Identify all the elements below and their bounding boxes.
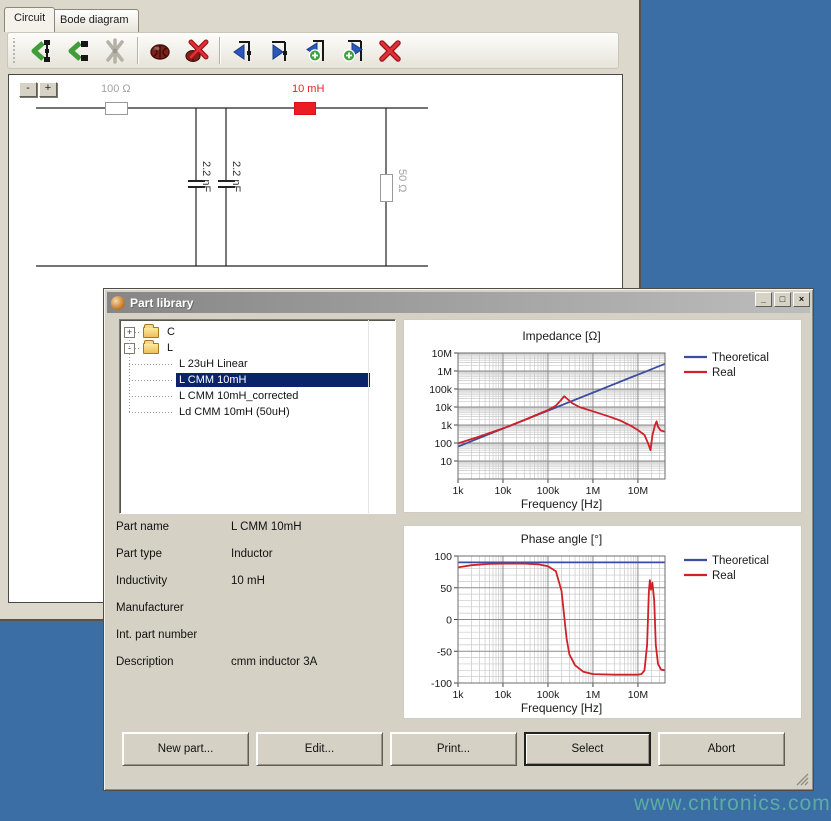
bug-icon[interactable] bbox=[145, 37, 175, 65]
detail-value: L CMM 10mH bbox=[231, 521, 302, 533]
svg-text:Phase angle [°]: Phase angle [°] bbox=[521, 532, 603, 546]
zoom-in-button[interactable]: + bbox=[39, 82, 57, 97]
resize-grip[interactable] bbox=[796, 773, 809, 786]
detail-label: Manufacturer bbox=[116, 602, 231, 614]
expand-icon[interactable]: + bbox=[124, 327, 135, 338]
load-resistor-label: 50 Ω bbox=[396, 169, 408, 193]
tree-item[interactable]: Ld CMM 10mH (50uH) bbox=[120, 404, 395, 420]
detail-label: Description bbox=[116, 656, 231, 668]
svg-text:100: 100 bbox=[434, 438, 452, 450]
tree-item-label[interactable]: L CMM 10mH bbox=[176, 373, 370, 387]
add-terminal-left-icon[interactable] bbox=[301, 37, 331, 65]
svg-text:1k: 1k bbox=[452, 689, 464, 701]
series-resistor[interactable] bbox=[105, 102, 128, 115]
part-tree-panel[interactable]: + C - L L 23uH Linear L CMM 10 bbox=[119, 319, 396, 514]
folder-icon bbox=[143, 327, 159, 338]
svg-text:Frequency [Hz]: Frequency [Hz] bbox=[521, 497, 602, 511]
tab-bode-diagram[interactable]: Bode diagram bbox=[50, 9, 139, 32]
tree-item-label[interactable]: L bbox=[164, 341, 176, 355]
svg-text:Impedance [Ω]: Impedance [Ω] bbox=[522, 329, 600, 343]
tree-item-folder-c[interactable]: + C bbox=[120, 324, 395, 340]
svg-text:Real: Real bbox=[712, 367, 736, 379]
part-library-dialog: Part library _ □ × + C - bbox=[103, 288, 814, 791]
detail-label: Part name bbox=[116, 521, 231, 533]
svg-text:10k: 10k bbox=[495, 689, 513, 701]
new-part-button[interactable]: New part... bbox=[122, 732, 249, 766]
svg-text:1M: 1M bbox=[437, 366, 452, 378]
tree-item-label[interactable]: C bbox=[164, 325, 178, 339]
tree-item-label[interactable]: Ld CMM 10mH (50uH) bbox=[176, 405, 370, 419]
folder-icon bbox=[143, 343, 159, 354]
dialog-titlebar[interactable]: Part library bbox=[107, 292, 810, 313]
svg-text:100k: 100k bbox=[537, 485, 561, 497]
edit-button[interactable]: Edit... bbox=[256, 732, 383, 766]
delete-component-icon[interactable] bbox=[375, 37, 405, 65]
svg-text:10M: 10M bbox=[432, 348, 452, 360]
svg-text:1k: 1k bbox=[441, 420, 453, 432]
zoom-out-button[interactable]: - bbox=[19, 82, 37, 97]
abort-button[interactable]: Abort bbox=[658, 732, 785, 766]
maximize-button[interactable]: □ bbox=[774, 292, 791, 307]
svg-text:100k: 100k bbox=[429, 384, 453, 396]
detail-label: Inductivity bbox=[116, 575, 231, 587]
tab-circuit[interactable]: Circuit bbox=[4, 7, 55, 32]
impedance-chart: 1k 10k 100k 1M 10M 10 100 1k 10k 100k 1M 10M Impedan… bbox=[403, 319, 802, 513]
print-button[interactable]: Print... bbox=[390, 732, 517, 766]
svg-text:-50: -50 bbox=[437, 646, 452, 658]
minimize-button[interactable]: _ bbox=[755, 292, 772, 307]
cut-disabled-icon bbox=[100, 37, 130, 65]
svg-text:-100: -100 bbox=[431, 678, 452, 690]
svg-text:Theoretical: Theoretical bbox=[712, 352, 769, 364]
svg-text:Frequency [Hz]: Frequency [Hz] bbox=[521, 701, 602, 715]
svg-text:100k: 100k bbox=[537, 689, 561, 701]
svg-text:0: 0 bbox=[446, 615, 452, 627]
part-library-icon bbox=[111, 296, 125, 310]
desktop: Circuit Bode diagram bbox=[0, 0, 831, 821]
svg-text:10M: 10M bbox=[628, 485, 648, 497]
svg-text:10k: 10k bbox=[435, 402, 453, 414]
series-resistor-label: 100 Ω bbox=[101, 83, 131, 95]
tree-item-selected[interactable]: L CMM 10mH bbox=[120, 372, 395, 388]
svg-text:50: 50 bbox=[440, 583, 452, 595]
svg-text:1M: 1M bbox=[586, 689, 601, 701]
phase-chart: 1k 10k 100k 1M 10M -100 -50 0 50 100 Phase angle [… bbox=[403, 525, 802, 719]
tree-item[interactable]: L 23uH Linear bbox=[120, 356, 395, 372]
detail-label: Int. part number bbox=[116, 629, 231, 641]
svg-text:10M: 10M bbox=[628, 689, 648, 701]
capacitor-1-label: 2.2 nF bbox=[200, 161, 212, 192]
load-resistor[interactable] bbox=[380, 174, 393, 202]
svg-text:Real: Real bbox=[712, 570, 736, 582]
svg-text:1M: 1M bbox=[586, 485, 601, 497]
series-inductor-label: 10 mH bbox=[292, 83, 324, 95]
close-button[interactable]: × bbox=[793, 292, 810, 307]
tree-item-label[interactable]: L 23uH Linear bbox=[176, 357, 370, 371]
add-terminal-right-icon[interactable] bbox=[338, 37, 368, 65]
terminal-right-icon[interactable] bbox=[264, 37, 294, 65]
svg-text:100: 100 bbox=[434, 551, 452, 563]
svg-text:1k: 1k bbox=[452, 485, 464, 497]
insert-component-before-icon[interactable] bbox=[26, 37, 56, 65]
insert-component-after-icon[interactable] bbox=[63, 37, 93, 65]
terminal-left-icon[interactable] bbox=[227, 37, 257, 65]
select-button[interactable]: Select bbox=[524, 732, 651, 766]
svg-text:10k: 10k bbox=[495, 485, 513, 497]
tree-item[interactable]: L CMM 10mH_corrected bbox=[120, 388, 395, 404]
detail-value: 10 mH bbox=[231, 575, 265, 587]
toolbar-separator bbox=[137, 37, 138, 64]
svg-text:10: 10 bbox=[440, 456, 452, 468]
toolbar-grip[interactable] bbox=[12, 38, 16, 64]
watermark: www.cntronics.com bbox=[634, 792, 831, 816]
capacitor-2-label: 2.2 nF bbox=[230, 161, 242, 192]
dialog-title: Part library bbox=[130, 296, 193, 310]
detail-label: Part type bbox=[116, 548, 231, 560]
detail-value: cmm inductor 3A bbox=[231, 656, 317, 668]
tree-item-folder-l[interactable]: - L bbox=[120, 340, 395, 356]
toolbar bbox=[7, 32, 619, 69]
toolbar-separator bbox=[219, 37, 220, 64]
remove-bug-icon[interactable] bbox=[182, 37, 212, 65]
tree-item-label[interactable]: L CMM 10mH_corrected bbox=[176, 389, 370, 403]
detail-value: Inductor bbox=[231, 548, 273, 560]
series-inductor-selected[interactable] bbox=[294, 102, 316, 115]
svg-text:Theoretical: Theoretical bbox=[712, 555, 769, 567]
